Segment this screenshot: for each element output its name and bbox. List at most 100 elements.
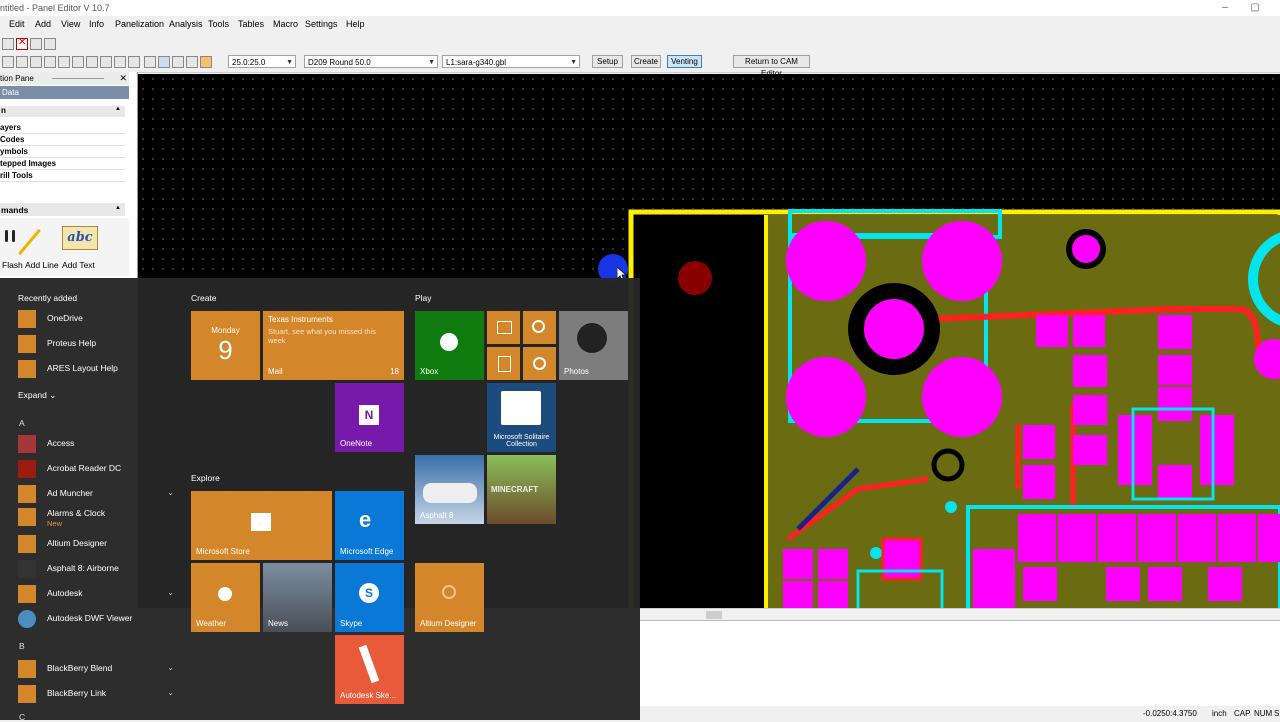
tree-item-drill-tools[interactable]: rill Tools [0,170,125,182]
skype-icon: S [359,583,379,603]
grid-dots-icon[interactable] [172,56,184,68]
menu-analysis[interactable]: Analysis [169,19,203,29]
new-icon[interactable] [2,38,14,50]
highlight-icon[interactable] [200,56,212,68]
measure-icon[interactable] [128,56,140,68]
menu-view[interactable]: View [61,19,80,29]
app-autodesk[interactable]: Autodesk ⌄ [18,583,178,605]
tile-camera[interactable] [523,347,556,380]
app-acrobat[interactable]: Acrobat Reader DC [18,458,178,480]
menu-info[interactable]: Info [89,19,104,29]
tree-item-stepped-images[interactable]: tepped Images [0,158,125,170]
tile-onenote[interactable]: N OneNote [335,383,404,452]
chevron-down-icon[interactable]: ⌄ [167,588,174,597]
menu-settings[interactable]: Settings [305,19,338,29]
add-line-label[interactable]: Add Line [25,260,59,270]
return-to-cam-button[interactable]: Return to CAM Editor [733,55,810,78]
layers-icon[interactable] [186,56,198,68]
mirror-icon[interactable] [44,56,56,68]
chevron-down-icon[interactable]: ⌄ [167,663,174,672]
menu-help[interactable]: Help [346,19,365,29]
pan-icon[interactable] [100,56,112,68]
pane-close-icon[interactable]: ✕ [119,72,127,85]
tile-movies[interactable] [487,311,520,344]
app-altium-designer[interactable]: Altium Designer [18,533,178,555]
menu-add[interactable]: Add [35,19,51,29]
letter-c[interactable]: C [19,712,25,722]
zoom-out-icon[interactable] [72,56,84,68]
tile-news[interactable]: News [263,563,332,632]
redo-icon[interactable] [44,38,56,50]
flash-label[interactable]: Flash [2,260,23,270]
app-proteus-help[interactable]: Proteus Help [18,333,178,355]
altium-icon [18,535,36,553]
tile-microsoft-edge[interactable]: e Microsoft Edge [335,491,404,560]
snap-icon[interactable] [144,56,156,68]
section-header[interactable]: n ▲ [0,106,125,117]
venting-button[interactable]: Venting [667,55,702,68]
letter-a[interactable]: A [19,418,25,428]
tile-microsoft-store[interactable]: Microsoft Store [191,491,332,560]
chevron-down-icon[interactable]: ⌄ [167,488,174,497]
create-button[interactable]: Create [631,55,661,68]
select-icon[interactable] [2,56,14,68]
layer-combo[interactable]: L1:sara-g340.gbl ▼ [442,55,580,68]
zoom-fit-icon[interactable] [86,56,98,68]
tile-asphalt[interactable]: Asphalt 8 [415,455,484,524]
tree-item-layers[interactable]: ayers [0,122,125,134]
expand-link[interactable]: Expand ⌄ [18,390,56,401]
menu-tables[interactable]: Tables [238,19,264,29]
zoom-in-icon[interactable] [58,56,70,68]
add-text-icon[interactable]: abc [62,226,98,250]
tile-solitaire[interactable]: Microsoft Solitaire Collection [487,383,556,452]
tile-calendar[interactable]: Monday 9 [191,311,260,380]
tile-skype[interactable]: S Skype [335,563,404,632]
tile-autodesk-sketchbook[interactable]: Autodesk Ske... [335,635,404,704]
tree-item-codes[interactable]: Codes [0,134,125,146]
setup-button[interactable]: Setup [592,55,623,68]
minimize-button[interactable]: – [1210,0,1240,16]
add-text-label[interactable]: Add Text [62,260,95,270]
app-autodesk-dwf[interactable]: Autodesk DWF Viewer [18,608,178,630]
tile-photos[interactable]: Photos [559,311,628,380]
app-blackberry-link[interactable]: BlackBerry Link ⌄ [18,683,178,705]
tile-minecraft[interactable]: MINECRAFT [487,455,556,524]
letter-b[interactable]: B [19,641,25,651]
window-title: ntitled - Panel Editor V 10.7 [0,3,110,13]
delete-icon[interactable]: ✕ [16,37,28,50]
tile-altium-designer[interactable]: Altium Designer [415,563,484,632]
app-ad-muncher[interactable]: Ad Muncher ⌄ [18,483,178,505]
tile-xbox[interactable]: Xbox [415,311,484,380]
undo-icon[interactable] [30,38,42,50]
rotate-icon[interactable] [30,56,42,68]
app-access[interactable]: Access [18,433,178,455]
grid-combo[interactable]: 25.0:25.0 ▼ [228,55,296,68]
move-icon[interactable] [16,56,28,68]
add-line-icon[interactable] [18,228,41,256]
restore-button[interactable]: ▢ [1240,0,1270,16]
aperture-combo[interactable]: D209 Round 50.0 ▼ [304,55,438,68]
app-asphalt[interactable]: Asphalt 8: Airborne [18,558,178,580]
menu-tools[interactable]: Tools [208,19,229,29]
tile-mail[interactable]: Texas Instruments Stuart, see what you m… [263,311,404,380]
commands-header[interactable]: mands ▲ [0,203,125,216]
app-alarms-clock[interactable]: Alarms & Clock New [18,506,178,528]
tree-item-symbols[interactable]: ymbols [0,146,125,158]
tile-weather[interactable]: Weather [191,563,260,632]
menu-panelization[interactable]: Panelization [115,19,164,29]
chevron-down-icon[interactable]: ⌄ [167,688,174,697]
menu-macro[interactable]: Macro [273,19,298,29]
app-blackberry-blend[interactable]: BlackBerry Blend ⌄ [18,658,178,680]
redraw-icon[interactable] [114,56,126,68]
app-onedrive[interactable]: OneDrive [18,308,178,330]
pencil-icon [358,644,380,684]
pane-data-header[interactable]: Data [0,86,129,99]
scrollbar-thumb[interactable] [706,611,722,619]
tile-groove[interactable] [523,311,556,344]
app-ares-help[interactable]: ARES Layout Help [18,358,178,380]
tile-calculator[interactable] [487,347,520,380]
grid-icon[interactable] [158,56,170,68]
start-menu: Recently added OneDrive Proteus Help ARE… [0,278,640,722]
menu-edit[interactable]: Edit [9,19,25,29]
flash-icon[interactable] [2,228,18,248]
